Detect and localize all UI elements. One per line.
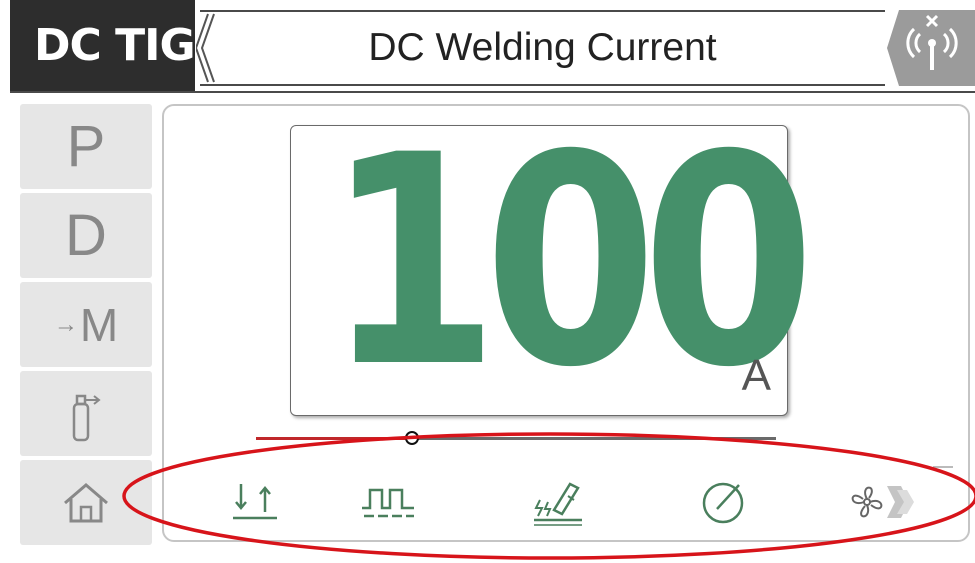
- mode-label: DC TIG: [10, 0, 196, 91]
- torch-button[interactable]: [528, 472, 588, 532]
- wireless-button[interactable]: [887, 10, 975, 86]
- sidebar-item-label: D: [65, 203, 107, 268]
- function-icon-bar: [200, 472, 940, 532]
- sidebar-item-label: P: [66, 114, 106, 179]
- fan-button[interactable]: [844, 472, 924, 532]
- arrow-right-icon: →: [53, 310, 78, 338]
- pulse-icon: [362, 488, 414, 518]
- sidebar-item-gas[interactable]: [20, 371, 152, 456]
- gas-bottle-icon: [72, 394, 101, 441]
- sidebar-item-d[interactable]: D: [20, 193, 152, 278]
- home-icon: [64, 482, 108, 522]
- value-display[interactable]: 100 A: [290, 98, 815, 428]
- current-value: 100: [325, 94, 816, 431]
- slider-handle[interactable]: [405, 431, 419, 445]
- page-title: DC Welding Current: [200, 10, 885, 86]
- slider-filled-track[interactable]: [256, 437, 412, 440]
- slider-track[interactable]: [412, 437, 776, 440]
- sidebar: P D → M: [20, 104, 152, 549]
- unit-label: A: [741, 351, 771, 400]
- sidebar-item-program[interactable]: P: [20, 104, 152, 189]
- pulse-button[interactable]: [358, 472, 418, 532]
- gauge-button[interactable]: [694, 472, 754, 532]
- fan-icon: [851, 486, 914, 518]
- sidebar-item-memory[interactable]: → M: [20, 282, 152, 367]
- gauge-icon: [702, 482, 744, 524]
- trigger-mode-button[interactable]: [225, 472, 285, 532]
- header-divider: [10, 91, 975, 93]
- wireless-disconnected-icon: [887, 10, 958, 86]
- trigger-mode-icon: [233, 484, 277, 520]
- sidebar-item-label: M: [79, 298, 119, 351]
- header-bar: DC TIG DC Welding Current: [10, 0, 975, 91]
- sidebar-item-home[interactable]: [20, 460, 152, 545]
- torch-icon: [534, 482, 582, 526]
- divider: [933, 466, 953, 468]
